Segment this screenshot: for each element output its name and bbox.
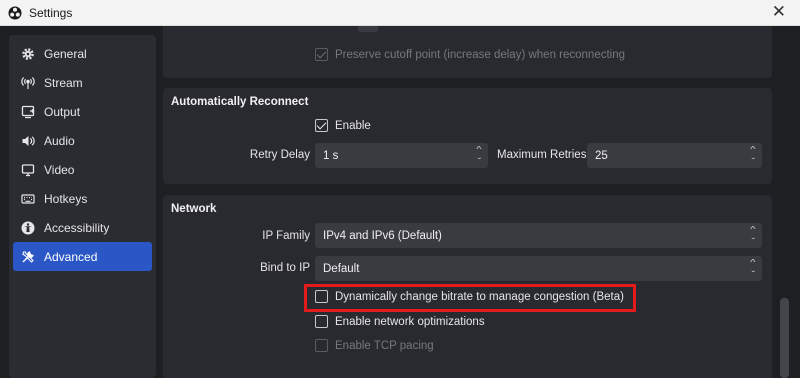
retry-delay-input[interactable]: 1 s ^ ˇ [315, 143, 488, 168]
speaker-icon [21, 134, 35, 148]
sidebar-item-label: Video [44, 162, 75, 177]
settings-content: Preserve cutoff point (increase delay) w… [163, 26, 793, 378]
sidebar-item-video[interactable]: Video [13, 155, 152, 184]
maximum-retries-label: Maximum Retries [497, 149, 587, 161]
chevron-down-icon[interactable]: ˇ [477, 157, 481, 166]
maximum-retries-input[interactable]: 25 ^ ˇ [587, 143, 762, 168]
chevron-up-icon[interactable]: ^ [750, 145, 755, 154]
chevron-down-icon[interactable]: ˇ [751, 157, 755, 166]
ip-family-label: IP Family [262, 230, 310, 242]
obs-logo-icon [8, 6, 22, 20]
gear-icon [21, 47, 35, 61]
chevron-up-icon: ^ [750, 258, 756, 267]
sidebar-item-label: Advanced [44, 249, 98, 264]
settings-sidebar: General Stream Output Audio Video Hotkey… [9, 35, 156, 378]
sidebar-item-general[interactable]: General [13, 39, 152, 68]
highlight-box [304, 284, 636, 312]
automatically-reconnect-title: Automatically Reconnect [171, 96, 309, 108]
title-bar: Settings ✕ [0, 0, 800, 26]
maximum-retries-spinner[interactable]: ^ ˇ [748, 145, 758, 166]
retry-delay-value: 1 s [323, 149, 339, 162]
sidebar-item-label: Audio [44, 133, 75, 148]
automatically-reconnect-group: Automatically Reconnect Enable Retry Del… [163, 88, 772, 184]
chevron-down-icon: ˇ [751, 270, 755, 279]
tcp-pacing-row[interactable]: Enable TCP pacing [315, 339, 434, 352]
accessibility-icon [21, 221, 35, 235]
bind-to-ip-value: Default [323, 262, 360, 275]
sidebar-item-audio[interactable]: Audio [13, 126, 152, 155]
enable-reconnect-label: Enable [335, 119, 371, 132]
scrollbar-thumb[interactable] [780, 298, 789, 378]
broadcast-icon [21, 76, 35, 90]
keyboard-icon [21, 192, 35, 206]
tcp-pacing-label: Enable TCP pacing [335, 339, 434, 352]
sidebar-item-advanced[interactable]: Advanced [13, 242, 152, 271]
network-optimizations-label: Enable network optimizations [335, 315, 485, 328]
enable-reconnect-checkbox[interactable] [315, 119, 328, 132]
window-title: Settings [29, 6, 73, 20]
spinbox-partial [358, 26, 378, 32]
network-optimizations-row[interactable]: Enable network optimizations [315, 315, 485, 328]
sidebar-item-label: Stream [44, 75, 83, 90]
output-icon [21, 105, 35, 119]
ip-family-select[interactable]: IPv4 and IPv6 (Default) ^ ˇ [315, 223, 762, 248]
network-title: Network [171, 203, 217, 215]
preserve-cutoff-checkbox[interactable] [315, 48, 328, 61]
bind-to-ip-select[interactable]: Default ^ ˇ [315, 256, 762, 281]
ip-family-value: IPv4 and IPv6 (Default) [323, 229, 442, 242]
close-icon[interactable]: ✕ [772, 3, 786, 21]
bind-to-ip-label: Bind to IP [260, 262, 310, 274]
sidebar-item-stream[interactable]: Stream [13, 68, 152, 97]
enable-reconnect-row[interactable]: Enable [315, 119, 371, 132]
chevron-down-icon: ˇ [751, 237, 755, 246]
preserve-cutoff-row[interactable]: Preserve cutoff point (increase delay) w… [315, 48, 625, 61]
network-optimizations-checkbox[interactable] [315, 315, 328, 328]
retry-delay-spinner[interactable]: ^ ˇ [474, 145, 484, 166]
tcp-pacing-checkbox[interactable] [315, 339, 328, 352]
sidebar-item-accessibility[interactable]: Accessibility [13, 213, 152, 242]
sidebar-item-label: Output [44, 104, 81, 119]
sidebar-item-label: Hotkeys [44, 191, 88, 206]
sidebar-item-hotkeys[interactable]: Hotkeys [13, 184, 152, 213]
tools-icon [21, 250, 35, 264]
retry-delay-label: Retry Delay [249, 149, 310, 161]
bind-to-ip-dropdown-arrows[interactable]: ^ ˇ [748, 258, 758, 279]
sidebar-item-label: Accessibility [44, 220, 110, 235]
reconnect-options-group: Preserve cutoff point (increase delay) w… [163, 26, 772, 78]
ip-family-dropdown-arrows[interactable]: ^ ˇ [748, 225, 758, 246]
chevron-up-icon: ^ [750, 225, 756, 234]
preserve-cutoff-label: Preserve cutoff point (increase delay) w… [335, 48, 626, 61]
chevron-up-icon[interactable]: ^ [476, 145, 481, 154]
sidebar-item-label: General [44, 46, 87, 61]
sidebar-item-output[interactable]: Output [13, 97, 152, 126]
maximum-retries-value: 25 [595, 149, 608, 162]
monitor-icon [21, 163, 35, 177]
